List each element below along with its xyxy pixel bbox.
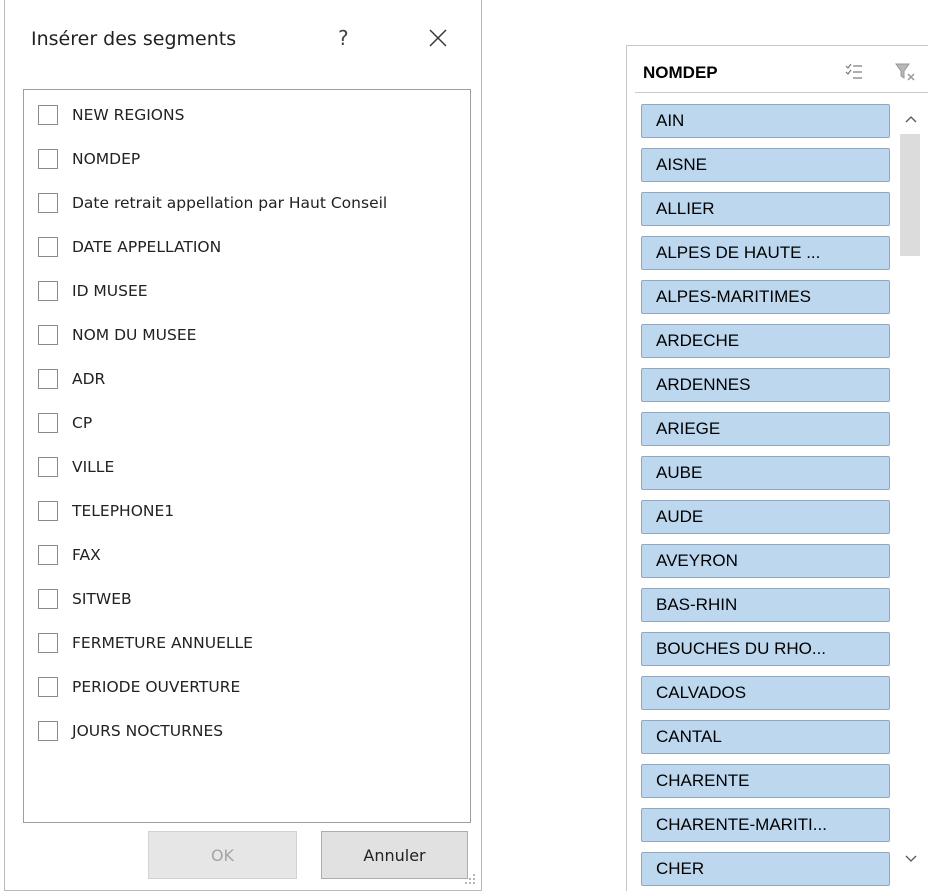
chevron-down-icon[interactable] xyxy=(903,850,919,866)
slicer-item[interactable]: AIN xyxy=(641,104,890,138)
field-label: Date retrait appellation par Haut Consei… xyxy=(72,194,388,212)
slicer-item[interactable]: ALPES DE HAUTE ... xyxy=(641,236,890,270)
checkbox[interactable] xyxy=(38,325,58,345)
slicer-item[interactable]: AISNE xyxy=(641,148,890,182)
field-label: TELEPHONE1 xyxy=(72,502,175,520)
field-label: FAX xyxy=(72,546,101,564)
field-list: NEW REGIONS NOMDEP Date retrait appellat… xyxy=(23,89,471,823)
field-item-id-musee[interactable]: ID MUSEE xyxy=(38,279,148,303)
scrollbar-thumb[interactable] xyxy=(900,134,920,256)
close-button[interactable] xyxy=(424,24,452,52)
checkbox[interactable] xyxy=(38,149,58,169)
field-item-nomdep[interactable]: NOMDEP xyxy=(38,147,140,171)
slicer-item[interactable]: ARDECHE xyxy=(641,324,890,358)
help-button[interactable]: ? xyxy=(338,26,349,50)
field-label: NOM DU MUSEE xyxy=(72,326,197,344)
slicer-item[interactable]: AUDE xyxy=(641,500,890,534)
slicer-item[interactable]: CHER xyxy=(641,852,890,886)
slicer-item[interactable]: CALVADOS xyxy=(641,676,890,710)
field-label: JOURS NOCTURNES xyxy=(72,722,224,740)
resize-grip-icon[interactable] xyxy=(463,872,477,886)
slicer-item[interactable]: ALPES-MARITIMES xyxy=(641,280,890,314)
checkbox[interactable] xyxy=(38,633,58,653)
field-item-fermeture-annuelle[interactable]: FERMETURE ANNUELLE xyxy=(38,631,253,655)
field-item-nom-du-musee[interactable]: NOM DU MUSEE xyxy=(38,323,196,347)
field-item-periode-ouverture[interactable]: PERIODE OUVERTURE xyxy=(38,675,240,699)
checkbox[interactable] xyxy=(38,545,58,565)
field-label: NOMDEP xyxy=(72,150,141,168)
field-label: VILLE xyxy=(72,458,115,476)
field-item-sitweb[interactable]: SITWEB xyxy=(38,587,132,611)
field-item-adr[interactable]: ADR xyxy=(38,367,105,391)
slicer-item[interactable]: BAS-RHIN xyxy=(641,588,890,622)
field-item-date-appellation[interactable]: DATE APPELLATION xyxy=(38,235,221,259)
field-label: ID MUSEE xyxy=(72,282,148,300)
close-icon xyxy=(429,29,447,47)
field-item-new-regions[interactable]: NEW REGIONS xyxy=(38,103,184,127)
slicer-item[interactable]: AUBE xyxy=(641,456,890,490)
checkbox[interactable] xyxy=(38,677,58,697)
field-label: ADR xyxy=(72,370,106,388)
field-label: FERMETURE ANNUELLE xyxy=(72,634,253,652)
field-label: NEW REGIONS xyxy=(72,106,185,124)
checkbox[interactable] xyxy=(38,501,58,521)
checkbox[interactable] xyxy=(38,589,58,609)
clear-filter-icon[interactable] xyxy=(894,61,916,83)
checkbox[interactable] xyxy=(38,413,58,433)
insert-slicers-dialog: Insérer des segments ? NEW REGIONS NOMDE… xyxy=(4,0,482,891)
slicer-item[interactable]: ALLIER xyxy=(641,192,890,226)
field-item-ville[interactable]: VILLE xyxy=(38,455,114,479)
checkbox[interactable] xyxy=(38,281,58,301)
checkbox[interactable] xyxy=(38,721,58,741)
slicer-item-list: AIN AISNE ALLIER ALPES DE HAUTE ... ALPE… xyxy=(627,46,890,892)
slicer-item[interactable]: CHARENTE xyxy=(641,764,890,798)
checkbox[interactable] xyxy=(38,457,58,477)
field-label: PERIODE OUVERTURE xyxy=(72,678,241,696)
slicer-item[interactable]: ARIEGE xyxy=(641,412,890,446)
checkbox[interactable] xyxy=(38,237,58,257)
field-item-telephone1[interactable]: TELEPHONE1 xyxy=(38,499,174,523)
field-item-cp[interactable]: CP xyxy=(38,411,92,435)
checkbox[interactable] xyxy=(38,105,58,125)
field-label: DATE APPELLATION xyxy=(72,238,222,256)
dialog-title: Insérer des segments xyxy=(31,28,237,50)
field-item-jours-nocturnes[interactable]: JOURS NOCTURNES xyxy=(38,719,223,743)
field-item-fax[interactable]: FAX xyxy=(38,543,101,567)
ok-button[interactable]: OK xyxy=(148,831,297,879)
chevron-up-icon[interactable] xyxy=(903,112,919,128)
cancel-button[interactable]: Annuler xyxy=(321,831,468,879)
field-item-date-retrait[interactable]: Date retrait appellation par Haut Consei… xyxy=(38,191,387,215)
slicer-item[interactable]: AVEYRON xyxy=(641,544,890,578)
slicer-item[interactable]: CHARENTE-MARITI... xyxy=(641,808,890,842)
slicer-item[interactable]: CANTAL xyxy=(641,720,890,754)
field-label: CP xyxy=(72,414,93,432)
nomdep-slicer: NOMDEP AIN AISNE ALLIER ALPES DE HAUTE .… xyxy=(626,45,928,891)
checkbox[interactable] xyxy=(38,193,58,213)
slicer-item[interactable]: BOUCHES DU RHO... xyxy=(641,632,890,666)
checkbox[interactable] xyxy=(38,369,58,389)
slicer-item[interactable]: ARDENNES xyxy=(641,368,890,402)
field-label: SITWEB xyxy=(72,590,132,608)
